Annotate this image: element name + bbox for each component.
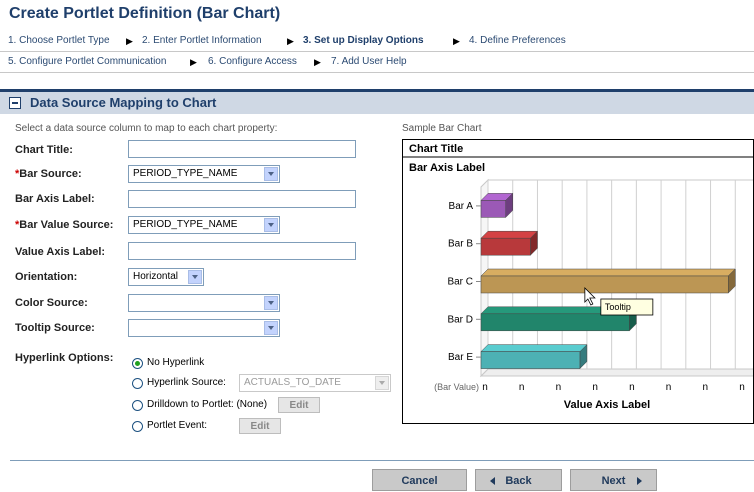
orientation-label: Orientation: <box>15 271 78 283</box>
next-button[interactable]: Next <box>570 469 657 491</box>
step-enter-portlet-information[interactable]: 2. Enter Portlet Information <box>142 31 262 51</box>
bar-source-label: *Bar Source: <box>15 168 82 180</box>
value-axis-tick-label: n <box>592 382 598 393</box>
value-axis-label-label: Value Axis Label: <box>15 246 106 258</box>
portlet-event-edit-button[interactable]: Edit <box>239 418 281 434</box>
step-arrow-icon: ▶ <box>453 36 460 46</box>
bar-category-label: Bar B <box>448 239 473 250</box>
color-source-select[interactable] <box>128 294 280 312</box>
wizard-steps-row-2: 5. Configure Portlet Communication ▶ 6. … <box>0 52 754 73</box>
step-configure-portlet-communication[interactable]: 5. Configure Portlet Communication <box>8 52 166 72</box>
value-axis-tick-label: n <box>739 382 745 393</box>
step-set-up-display-options: 3. Set up Display Options <box>303 35 424 46</box>
page-title: Create Portlet Definition (Bar Chart) <box>9 5 281 22</box>
value-axis-title: Value Axis Label <box>564 399 650 411</box>
chart-title: Chart Title <box>409 143 463 155</box>
bar <box>480 275 729 294</box>
portlet-event-option-label[interactable]: Portlet Event: <box>147 420 207 431</box>
step-configure-access[interactable]: 6. Configure Access <box>208 52 297 72</box>
radio-drilldown-to-portlet[interactable] <box>132 400 143 411</box>
hyperlink-source-value: ACTUALS_TO_DATE <box>244 377 341 388</box>
bar-value-source-label-text: Bar Value Source: <box>19 219 114 231</box>
bar-category-label: Bar D <box>447 314 473 325</box>
chart-title-input[interactable] <box>128 140 356 158</box>
bar-source-label-text: Bar Source: <box>19 168 82 180</box>
orientation-value: Horizontal <box>133 271 179 282</box>
drilldown-option-label[interactable]: Drilldown to Portlet: (None) <box>147 399 267 410</box>
radio-portlet-event[interactable] <box>132 421 143 432</box>
value-axis-label-input[interactable] <box>128 242 356 260</box>
step-arrow-icon: ▶ <box>314 57 321 67</box>
value-axis-tick-label: n <box>629 382 635 393</box>
bar-top-face <box>480 268 736 277</box>
chevron-right-icon <box>637 477 642 485</box>
value-axis-tick-label: n <box>482 382 488 393</box>
bar-axis-label-input[interactable] <box>128 190 356 208</box>
section-title: Data Source Mapping to Chart <box>30 95 217 110</box>
value-axis-prefix: (Bar Value) <box>434 382 479 392</box>
tooltip-source-select[interactable] <box>128 319 280 337</box>
chart-title-label: Chart Title: <box>15 144 73 156</box>
hyperlink-options-label: Hyperlink Options: <box>15 352 114 364</box>
sample-bar-chart: Chart Title Bar Axis Label Bar A Bar B Bar C… <box>402 139 754 424</box>
chart-floor <box>479 368 754 377</box>
back-button[interactable]: Back <box>475 469 562 491</box>
section-instruction: Select a data source column to map to ea… <box>15 123 278 134</box>
chevron-down-icon[interactable] <box>188 270 202 284</box>
tooltip-source-label: Tooltip Source: <box>15 322 95 334</box>
bar-top-face <box>480 344 588 352</box>
value-axis-tick-label: n <box>666 382 672 393</box>
hyperlink-source-select: ACTUALS_TO_DATE <box>239 374 391 392</box>
bar-category-label: Bar A <box>449 201 474 212</box>
step-arrow-icon: ▶ <box>126 36 133 46</box>
tooltip-text: Tooltip <box>605 302 631 312</box>
back-button-label: Back <box>505 475 532 487</box>
orientation-select[interactable]: Horizontal <box>128 268 204 286</box>
value-axis-tick-label: n <box>519 382 525 393</box>
footer-divider <box>10 460 754 461</box>
bar <box>480 237 531 256</box>
bar-value-source-label: *Bar Value Source: <box>15 219 113 231</box>
step-arrow-icon: ▶ <box>190 57 197 67</box>
bar-value-source-value: PERIOD_TYPE_NAME <box>133 219 238 230</box>
wizard-steps-row-1: 1. Choose Portlet Type ▶ 2. Enter Portle… <box>0 31 754 52</box>
bar-category-label: Bar E <box>448 352 473 363</box>
bar <box>480 313 630 332</box>
hyperlink-source-option-label[interactable]: Hyperlink Source: <box>147 377 226 388</box>
color-source-label: Color Source: <box>15 297 88 309</box>
bar-axis-title: Bar Axis Label <box>409 162 485 174</box>
radio-no-hyperlink[interactable] <box>132 358 143 369</box>
chevron-down-icon[interactable] <box>264 321 278 335</box>
step-define-preferences[interactable]: 4. Define Preferences <box>469 31 566 51</box>
collapse-icon[interactable] <box>9 97 21 109</box>
value-axis-tick-label: n <box>703 382 709 393</box>
cancel-button[interactable]: Cancel <box>372 469 467 491</box>
bar-source-value: PERIOD_TYPE_NAME <box>133 168 238 179</box>
step-choose-portlet-type[interactable]: 1. Choose Portlet Type <box>8 31 110 51</box>
chevron-down-icon[interactable] <box>264 218 278 232</box>
drilldown-edit-button[interactable]: Edit <box>278 397 320 413</box>
chevron-left-icon <box>490 477 495 485</box>
chevron-down-icon <box>375 376 389 390</box>
bar <box>480 200 506 218</box>
radio-hyperlink-source[interactable] <box>132 378 143 389</box>
sample-chart-caption: Sample Bar Chart <box>402 123 482 134</box>
bar-axis-label-label: Bar Axis Label: <box>15 193 95 205</box>
bar-top-face <box>480 230 539 239</box>
cancel-button-label: Cancel <box>401 475 438 487</box>
bar-source-select[interactable]: PERIOD_TYPE_NAME <box>128 165 280 183</box>
next-button-label: Next <box>601 475 626 487</box>
chevron-down-icon[interactable] <box>264 296 278 310</box>
bar-value-source-select[interactable]: PERIOD_TYPE_NAME <box>128 216 280 234</box>
no-hyperlink-option-label[interactable]: No Hyperlink <box>147 357 204 368</box>
bar-chart-svg: Chart Title Bar Axis Label Bar A Bar B Bar C… <box>403 143 754 411</box>
value-axis-tick-label: n <box>556 382 562 393</box>
bar-category-label: Bar C <box>447 277 473 288</box>
step-add-user-help[interactable]: 7. Add User Help <box>331 52 407 72</box>
chevron-down-icon[interactable] <box>264 167 278 181</box>
step-arrow-icon: ▶ <box>287 36 294 46</box>
bar <box>480 351 581 369</box>
